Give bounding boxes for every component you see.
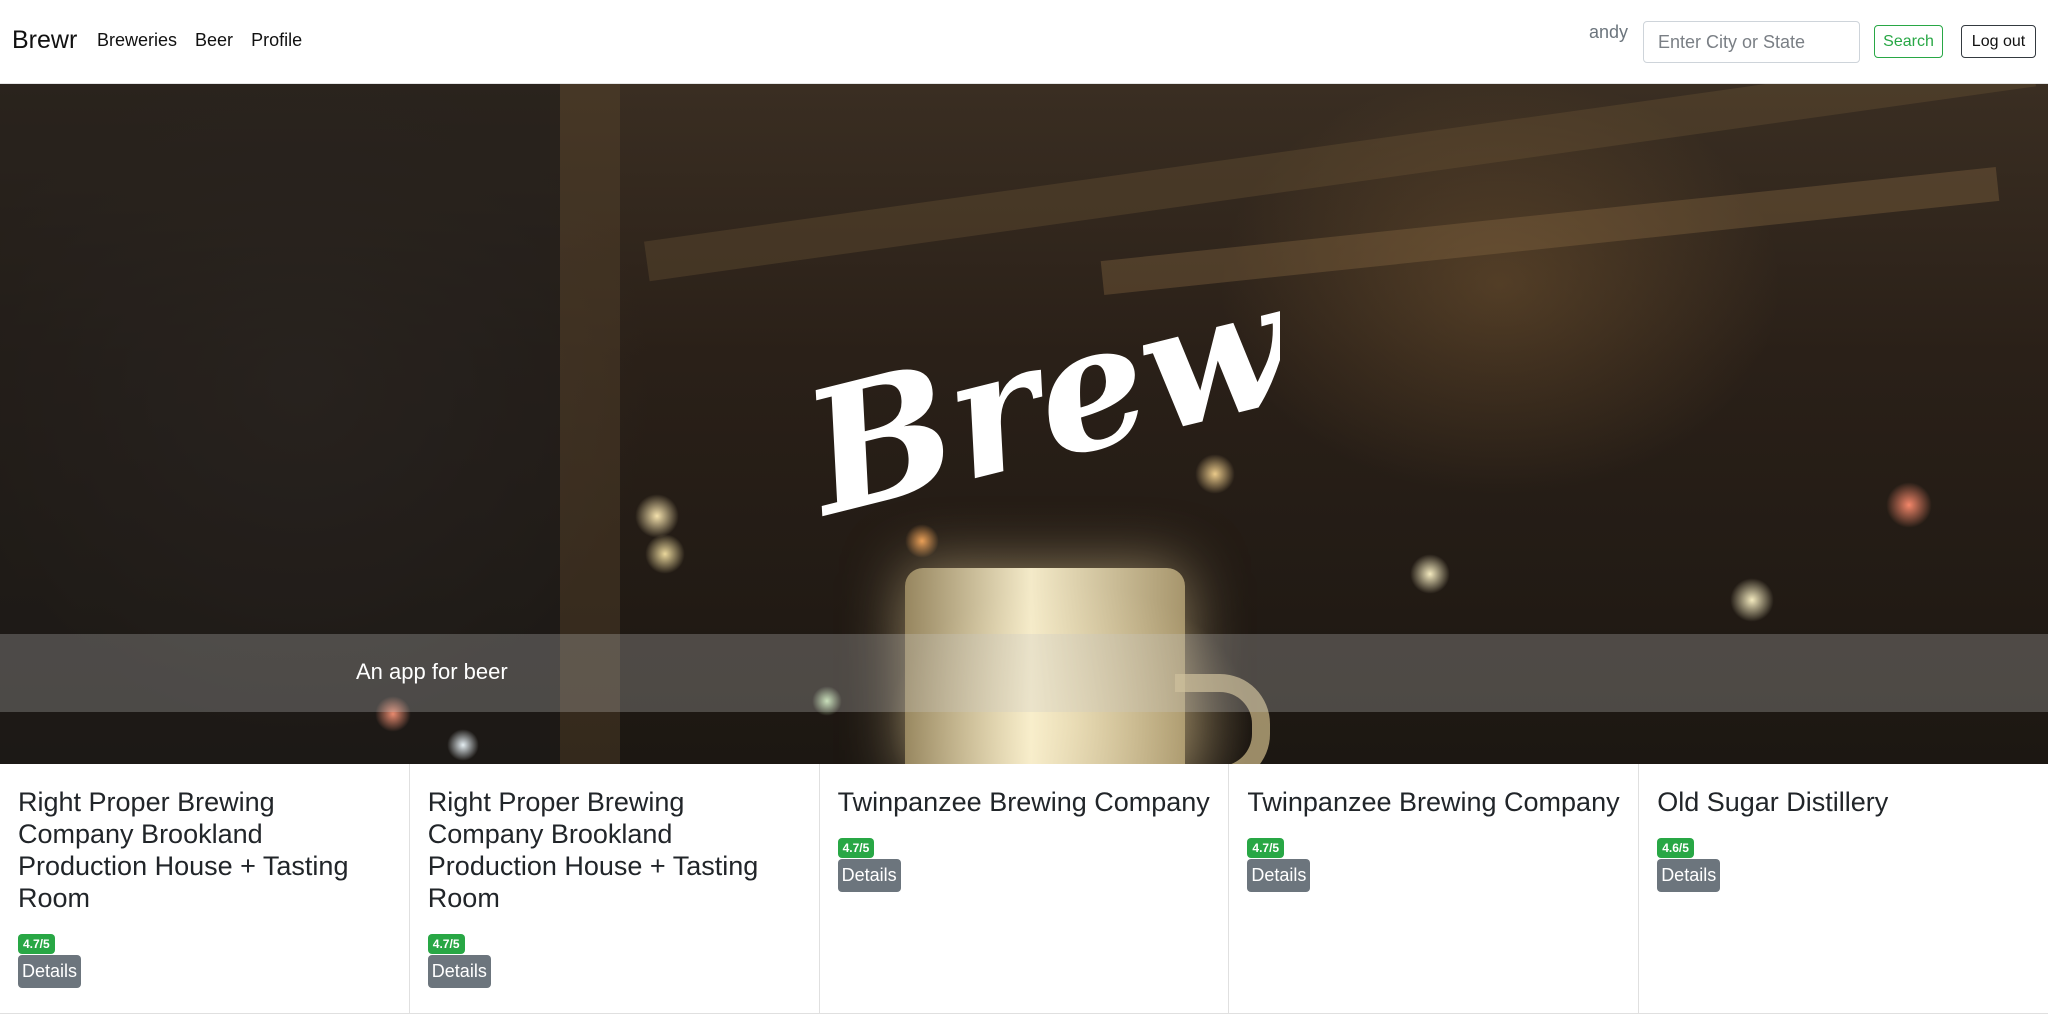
brewery-card: Right Proper Brewing Company Brookland P… <box>0 764 410 1013</box>
brewery-card: Twinpanzee Brewing Company 4.7/5 Details <box>1229 764 1640 1013</box>
bokeh-light <box>1730 578 1774 622</box>
brewery-card-list: Right Proper Brewing Company Brookland P… <box>0 764 2048 1014</box>
svg-text:Brewr: Brewr <box>784 232 1280 532</box>
hero-caption: An app for beer <box>356 659 508 684</box>
rating-badge: 4.7/5 <box>1247 838 1285 858</box>
brewery-name: Right Proper Brewing Company Brookland P… <box>427 787 759 913</box>
nav-link-profile[interactable]: Profile <box>251 30 302 51</box>
brewery-name: Old Sugar Distillery <box>1657 787 1889 817</box>
rating-badge: 4.7/5 <box>427 934 465 954</box>
rating-badge: 4.7/5 <box>18 934 55 954</box>
brewery-card: Right Proper Brewing Company Brookland P… <box>410 764 820 1013</box>
navbar: Brewr Breweries Beer Profile andy Search… <box>0 0 2048 84</box>
logout-button[interactable]: Log out <box>1961 25 2036 58</box>
search-button[interactable]: Search <box>1874 25 1943 58</box>
bokeh-light <box>1886 482 1932 528</box>
brand-link[interactable]: Brewr <box>12 26 77 55</box>
caption-band <box>0 634 2048 712</box>
details-button[interactable]: Details <box>427 955 491 988</box>
bokeh-light <box>635 494 679 538</box>
brewr-script-logo: Brewr <box>784 232 1280 532</box>
details-button[interactable]: Details <box>1657 859 1721 892</box>
brewery-name: Right Proper Brewing Company Brookland P… <box>18 787 349 913</box>
brewery-name: Twinpanzee Brewing Company <box>1247 787 1620 817</box>
nav-link-breweries[interactable]: Breweries <box>97 30 177 51</box>
nav-links: Breweries Beer Profile <box>97 30 302 51</box>
rating-badge: 4.7/5 <box>837 838 875 858</box>
bokeh-light <box>1410 554 1450 594</box>
search-input[interactable] <box>1643 21 1860 63</box>
brewery-name: Twinpanzee Brewing Company <box>837 787 1210 817</box>
rating-badge: 4.6/5 <box>1657 838 1694 858</box>
details-button[interactable]: Details <box>837 859 901 892</box>
bokeh-light <box>447 729 479 761</box>
bokeh-light <box>645 534 685 574</box>
brewery-card: Twinpanzee Brewing Company 4.7/5 Details <box>820 764 1230 1013</box>
nav-link-beer[interactable]: Beer <box>195 30 233 51</box>
details-button[interactable]: Details <box>18 955 82 988</box>
hero-banner: Brewr An app for beer <box>0 84 2048 764</box>
username: andy <box>1589 22 1629 42</box>
details-button[interactable]: Details <box>1247 859 1311 892</box>
brewery-card: Old Sugar Distillery 4.6/5 Details <box>1639 764 2048 1013</box>
